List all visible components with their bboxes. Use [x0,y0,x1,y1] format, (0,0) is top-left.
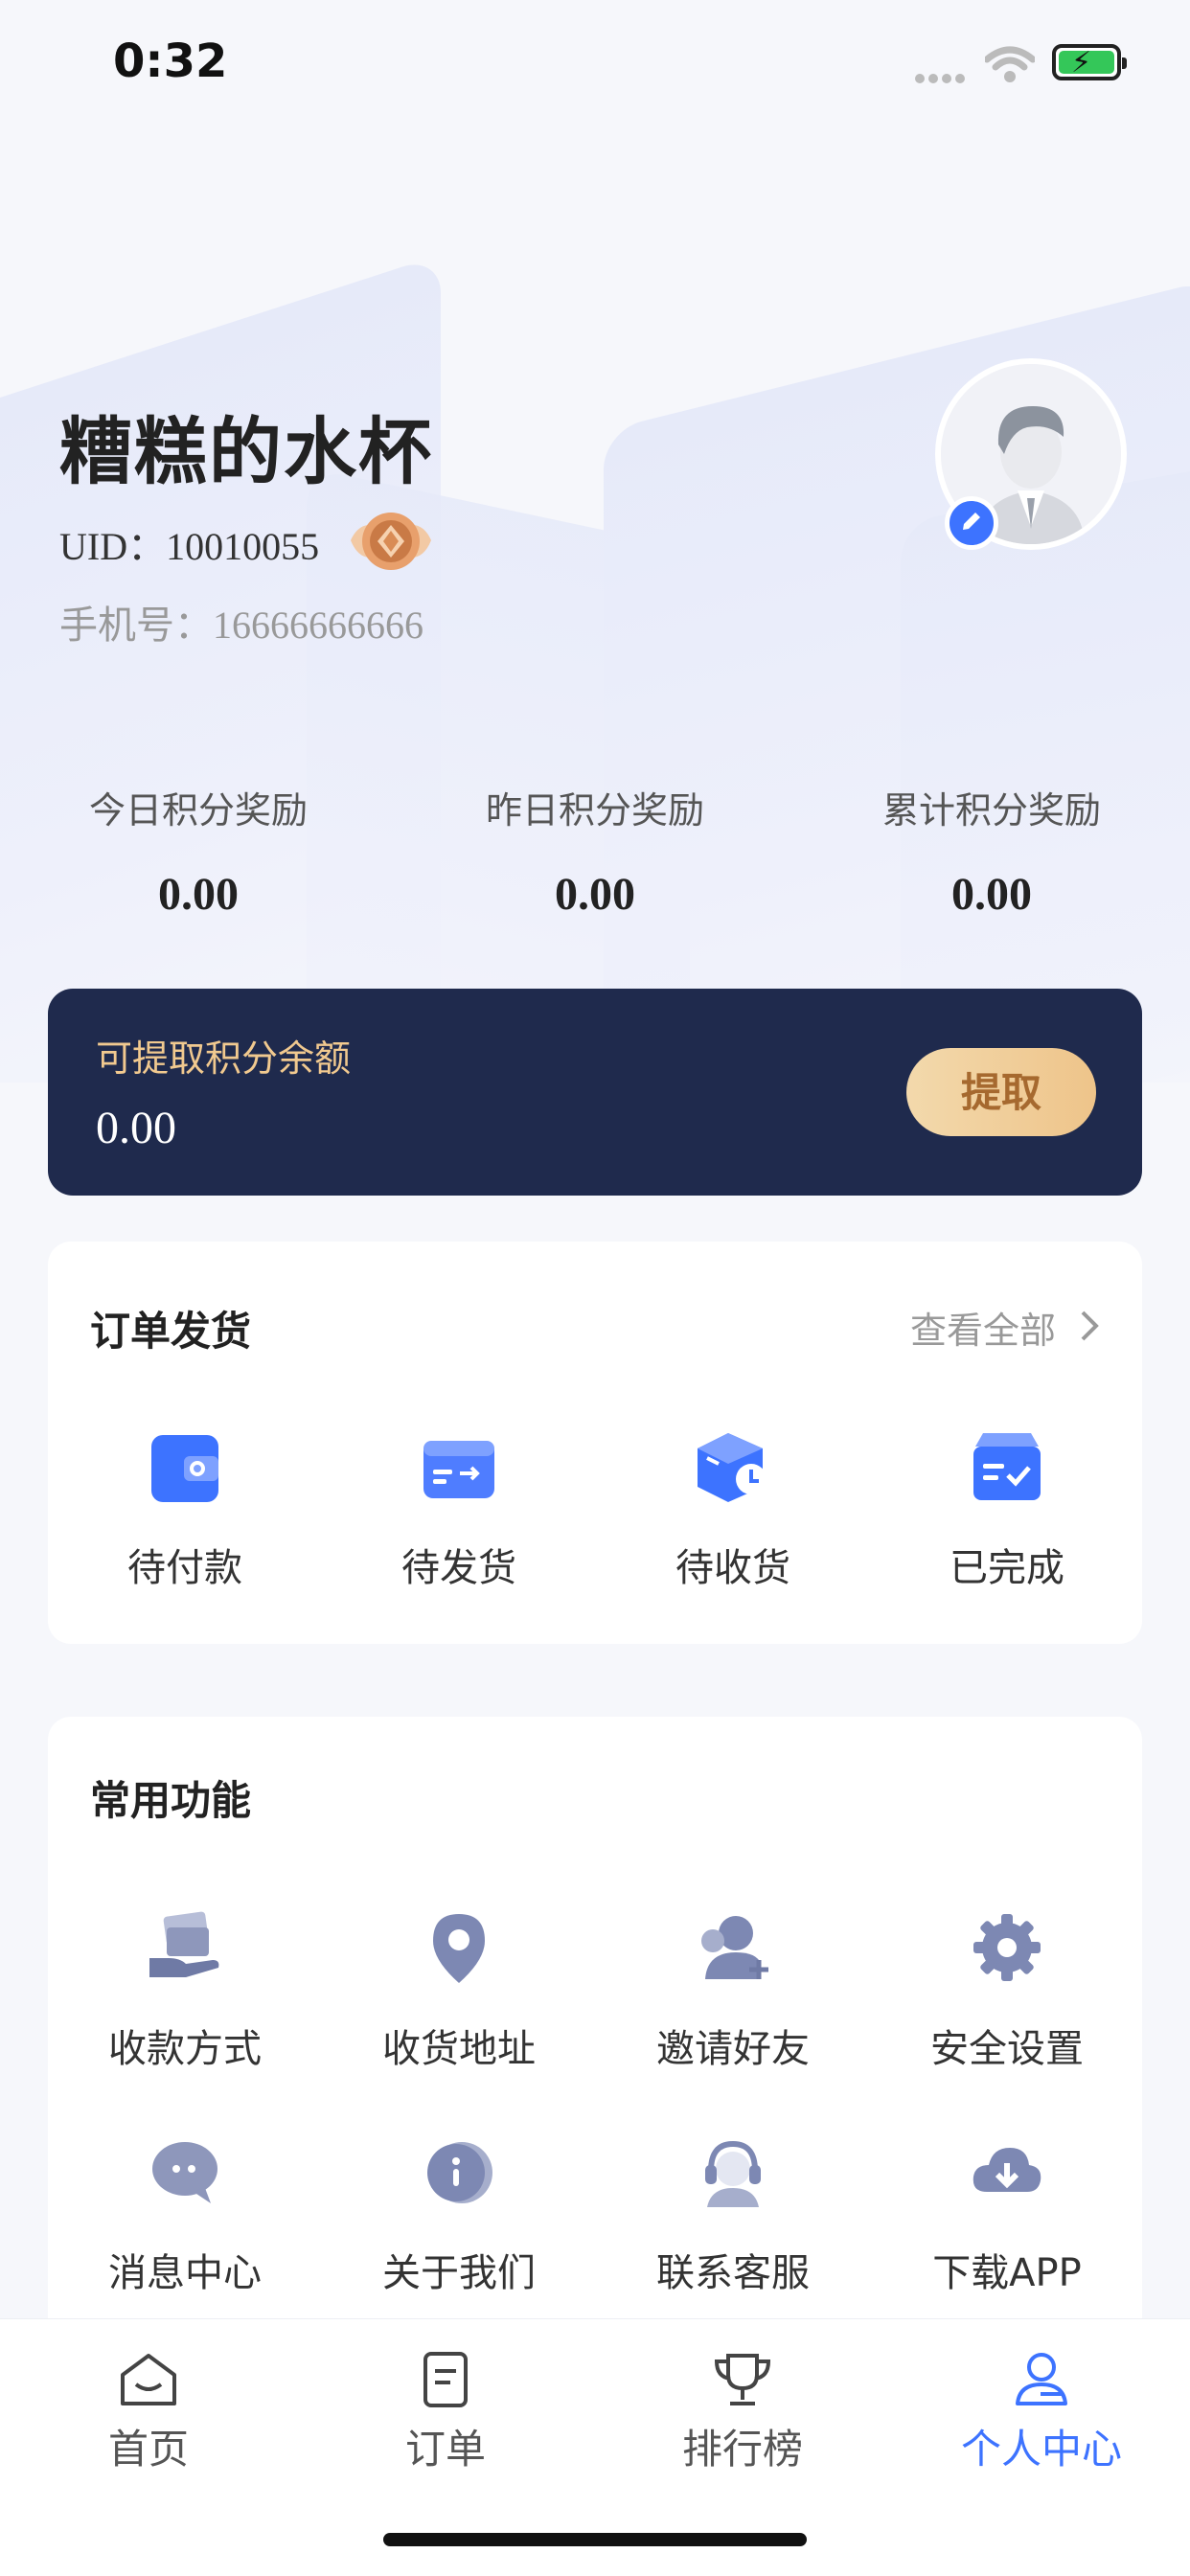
signal-icon [915,69,971,83]
tab-orders[interactable]: 订单 [297,2346,594,2475]
function-label: 关于我们 [382,2251,536,2295]
stat-value: 0.00 [951,869,1032,920]
function-label: 邀请好友 [656,2027,810,2071]
user-phone: 手机号：16666666666 [59,594,423,650]
function-label: 下载APP [932,2251,1082,2295]
headset-icon [705,2140,761,2207]
stat-value: 0.00 [158,869,239,920]
balance-value: 0.00 [96,1103,176,1153]
uid-label: UID： [59,525,167,568]
functions-card: 常用功能 收款方式 收货地址 邀请好友 安全设置 消息中心 关于我们 联系客服 … [48,1717,1142,2368]
order-item-label: 待收货 [675,1546,790,1590]
stat-total: 累计积分奖励 0.00 [793,781,1190,921]
home-indicator [383,2533,807,2546]
uid-value: 10010055 [166,525,320,568]
order-doc-icon [423,2352,468,2407]
phone-label: 手机号： [59,604,213,648]
cloud-download-icon [973,2148,1041,2192]
trophy-icon [714,2354,771,2405]
shipping-card-icon [423,1441,494,1498]
function-label: 联系客服 [656,2251,810,2295]
box-check-icon [973,1433,1041,1500]
function-download-app[interactable]: 下载APP [870,2129,1144,2297]
tab-label: 个人中心 [960,2426,1122,2473]
info-icon [427,2142,492,2203]
tab-label: 排行榜 [681,2426,803,2473]
chat-bubble-icon [152,2142,217,2203]
function-label: 安全设置 [930,2027,1084,2071]
box-clock-icon [698,1433,767,1502]
order-item-label: 待付款 [127,1546,242,1590]
function-shipping-address[interactable]: 收货地址 [322,1904,596,2073]
order-pending-receipt[interactable]: 待收货 [596,1424,870,1592]
function-about-us[interactable]: 关于我们 [322,2129,596,2297]
order-completed[interactable]: 已完成 [870,1424,1144,1592]
order-pending-payment[interactable]: 待付款 [48,1424,322,1592]
stat-today: 今日积分奖励 0.00 [0,781,397,921]
function-invite-friends[interactable]: 邀请好友 [596,1904,870,2073]
user-uid: UID：10010055 [59,515,319,571]
tab-label: 订单 [404,2426,486,2473]
wifi-icon [985,46,1035,82]
stat-label: 累计积分奖励 [881,789,1101,832]
orders-title: 订单发货 [90,1308,252,1355]
withdraw-balance-card: 可提取积分余额 0.00 提取 [48,989,1142,1196]
location-pin-icon [433,1914,485,1983]
view-all-link[interactable]: 查看全部 [910,1301,1056,1354]
home-icon [121,2354,176,2405]
pencil-icon [963,513,980,530]
function-security-settings[interactable]: 安全设置 [870,1904,1144,2073]
stat-yesterday: 昨日积分奖励 0.00 [397,781,793,921]
level-badge-icon [351,513,431,570]
phone-value: 16666666666 [213,604,423,647]
tab-ranking[interactable]: 排行榜 [594,2346,891,2475]
function-label: 收款方式 [108,2027,262,2071]
stat-label: 昨日积分奖励 [485,789,704,832]
stat-value: 0.00 [555,869,635,920]
edit-avatar-button[interactable] [945,496,998,550]
chevron-right-icon[interactable] [1079,1309,1100,1343]
status-bar: 0:32 ⚡ [0,0,1190,125]
wallet-icon [151,1435,218,1502]
function-message-center[interactable]: 消息中心 [48,2129,322,2297]
function-payment-method[interactable]: 收款方式 [48,1904,322,2073]
battery-icon: ⚡ [1052,44,1127,80]
orders-card: 订单发货 查看全部 待付款 待发货 待收货 已完成 [48,1242,1142,1644]
tab-label: 首页 [107,2426,189,2473]
gear-icon [973,1914,1041,1981]
balance-title: 可提取积分余额 [96,1037,352,1080]
function-label: 消息中心 [108,2251,262,2295]
user-name: 糟糕的水杯 [59,409,433,494]
withdraw-button[interactable]: 提取 [906,1048,1096,1136]
function-customer-service[interactable]: 联系客服 [596,2129,870,2297]
status-time: 0:32 [113,34,228,88]
order-item-label: 待发货 [401,1546,516,1590]
stat-label: 今日积分奖励 [88,789,308,832]
order-item-label: 已完成 [950,1546,1064,1590]
add-friend-icon [701,1916,768,1979]
function-label: 收货地址 [382,2027,536,2071]
tab-home[interactable]: 首页 [0,2346,297,2475]
tab-profile[interactable]: 个人中心 [893,2346,1190,2475]
cash-hand-icon [149,1911,219,1977]
functions-title: 常用功能 [90,1777,252,1824]
profile-icon [1016,2353,1067,2405]
order-pending-shipment[interactable]: 待发货 [322,1424,596,1592]
